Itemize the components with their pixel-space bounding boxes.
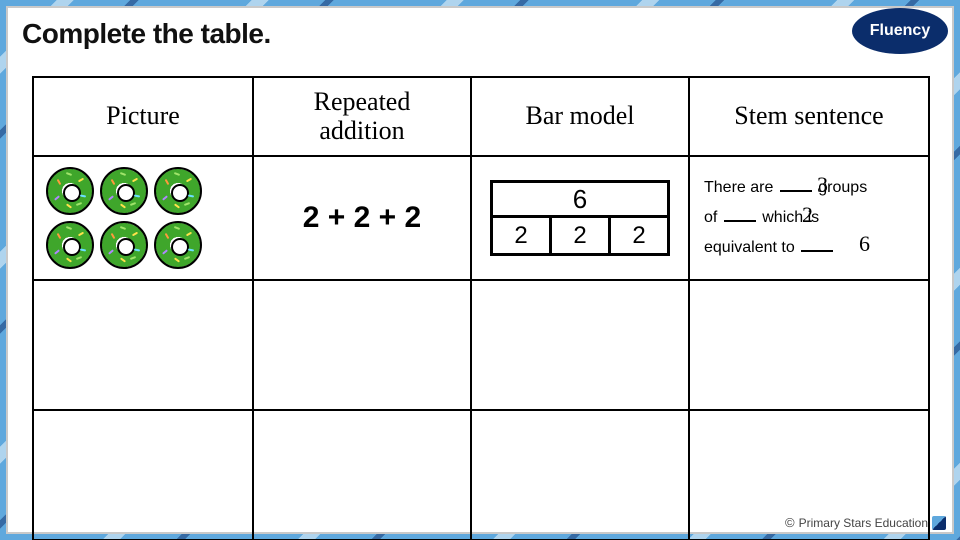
fluency-badge: Fluency [852, 8, 948, 54]
stem-text: equivalent to [704, 239, 795, 256]
cell-stem-sentence: There are groups of which is equivalent … [689, 156, 929, 280]
col-header-repeated-addition: Repeated addition [253, 77, 471, 156]
cell-empty [33, 280, 253, 410]
cell-repeated-addition: 2 + 2 + 2 [253, 156, 471, 280]
repeated-addition-value: 2 + 2 + 2 [258, 201, 466, 235]
table-header-row: Picture Repeated addition Bar model Stem… [33, 77, 929, 156]
footer-copyright: © Primary Stars Education [785, 515, 946, 530]
cell-empty [33, 410, 253, 540]
stem-sentence: There are groups of which is equivalent … [694, 167, 924, 270]
cell-empty [253, 410, 471, 540]
stem-fill-of: 2 [802, 194, 813, 236]
bar-model: 6 2 2 2 [490, 180, 670, 256]
stem-fill-equiv: 6 [859, 223, 870, 265]
brand-logo-icon [932, 516, 946, 530]
cell-empty [471, 280, 689, 410]
col-header-repeated-addition-l2: addition [319, 116, 404, 145]
col-header-stem-sentence: Stem sentence [689, 77, 929, 156]
stem-blank-of [724, 206, 756, 222]
donut-icon [46, 221, 94, 269]
brand-name: Primary Stars Education [799, 516, 928, 530]
copyright-symbol: © [785, 515, 795, 530]
fluency-badge-label: Fluency [870, 22, 930, 40]
bar-model-parts: 2 2 2 [490, 218, 670, 256]
table-row: 2 + 2 + 2 6 2 2 2 [33, 156, 929, 280]
cell-bar-model: 6 2 2 2 [471, 156, 689, 280]
donut-icon [154, 221, 202, 269]
stem-fill-groups: 3 [817, 164, 828, 206]
col-header-picture: Picture [33, 77, 253, 156]
worksheet-table: Picture Repeated addition Bar model Stem… [32, 76, 930, 540]
cell-empty [253, 280, 471, 410]
cell-empty [471, 410, 689, 540]
col-header-repeated-addition-l1: Repeated [314, 87, 411, 116]
cell-empty [689, 280, 929, 410]
bar-model-part: 2 [493, 218, 549, 253]
bar-model-total: 6 [490, 180, 670, 218]
donut-icon [100, 167, 148, 215]
stem-blank-groups [780, 176, 812, 192]
stem-text: of [704, 209, 717, 226]
donut-grid [38, 161, 248, 275]
donut-icon [46, 167, 94, 215]
bar-model-part: 2 [608, 218, 667, 253]
table-row [33, 280, 929, 410]
page-title: Complete the table. [22, 18, 271, 50]
bar-model-part: 2 [549, 218, 608, 253]
col-header-bar-model: Bar model [471, 77, 689, 156]
stem-blank-equiv [801, 236, 833, 252]
donut-icon [154, 167, 202, 215]
stem-text: There are [704, 179, 773, 196]
cell-picture [33, 156, 253, 280]
donut-icon [100, 221, 148, 269]
